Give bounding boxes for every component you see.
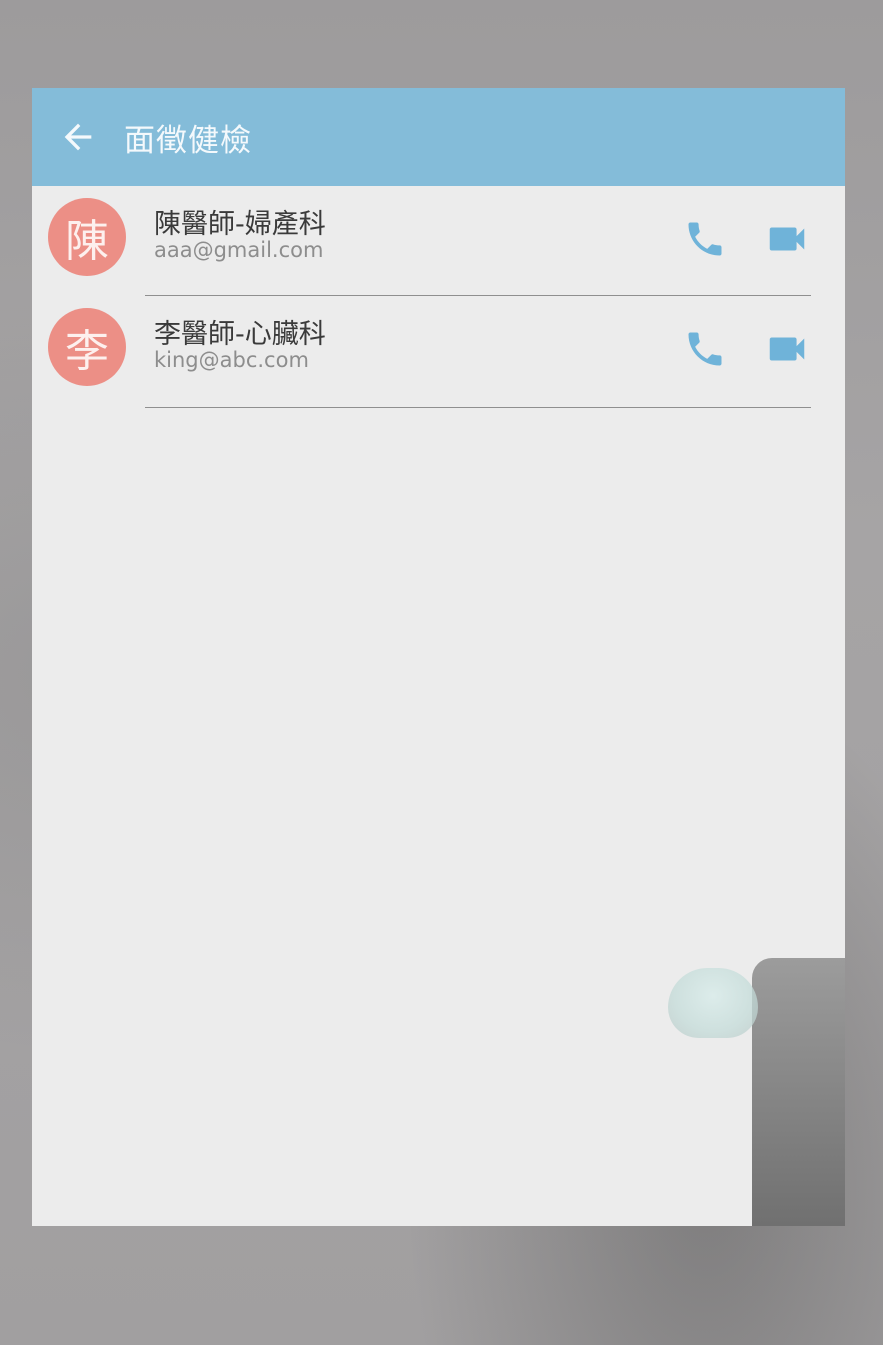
contact-email: aaa@gmail.com [154, 238, 324, 262]
phone-icon [688, 222, 722, 256]
call-button[interactable] [680, 326, 730, 372]
contact-email: king@abc.com [154, 348, 309, 372]
contact-row[interactable]: 李 李醫師-心臟科 king@abc.com [32, 296, 845, 408]
background-photo-artifact [668, 968, 758, 1038]
phone-icon [688, 332, 722, 366]
contact-name: 陳醫師-婦產科 [154, 209, 326, 240]
video-camera-icon [769, 227, 805, 251]
back-button[interactable] [48, 107, 108, 167]
video-call-button[interactable] [762, 216, 812, 262]
row-divider [145, 407, 811, 408]
avatar: 陳 [48, 198, 126, 276]
background-photo-artifact [752, 958, 845, 1226]
call-button[interactable] [680, 216, 730, 262]
arrow-back-icon [64, 123, 92, 151]
contact-row[interactable]: 陳 陳醫師-婦產科 aaa@gmail.com [32, 186, 845, 296]
avatar: 李 [48, 308, 126, 386]
page-title: 面徵健檢 [124, 122, 252, 159]
video-camera-icon [769, 337, 805, 361]
video-call-button[interactable] [762, 326, 812, 372]
contact-list: 陳 陳醫師-婦產科 aaa@gmail.com 李 李醫師-心臟科 king@a… [32, 186, 845, 408]
app-screen: 面徵健檢 陳 陳醫師-婦產科 aaa@gmail.com 李 李醫師-心臟科 k… [32, 88, 845, 1226]
contact-name: 李醫師-心臟科 [154, 319, 326, 350]
app-bar: 面徵健檢 [32, 88, 845, 186]
